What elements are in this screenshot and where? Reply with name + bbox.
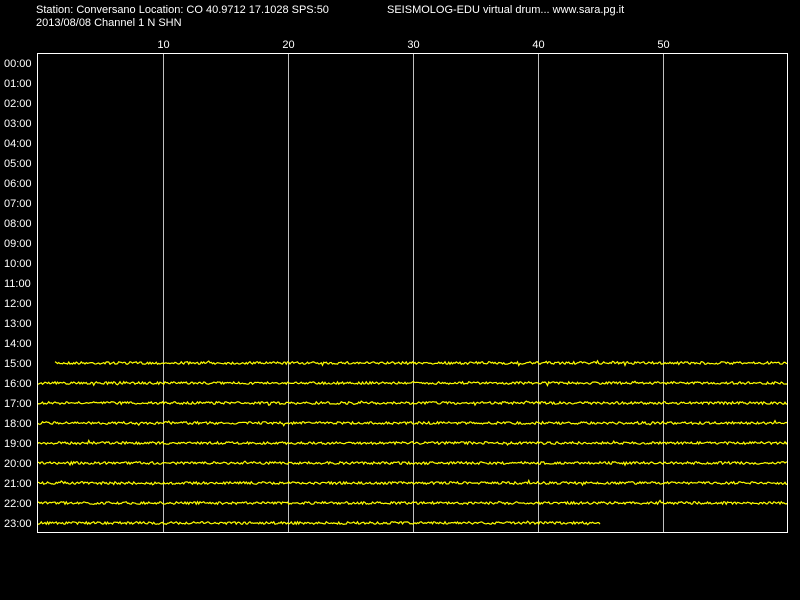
row-time-label: 22:00 (4, 498, 32, 510)
row-time-label: 17:00 (4, 398, 32, 410)
row-time-label: 08:00 (4, 218, 32, 230)
trace-row-1500 (54, 359, 788, 367)
row-time-label: 21:00 (4, 478, 32, 490)
x-tick-label: 20 (282, 39, 294, 51)
row-time-label: 15:00 (4, 358, 32, 370)
row-time-label: 12:00 (4, 298, 32, 310)
trace-row-2200 (37, 499, 788, 506)
trace-row-1600 (37, 380, 788, 387)
row-time-label: 00:00 (4, 58, 32, 70)
trace-layer (37, 359, 788, 526)
x-tick-label: 50 (657, 39, 669, 51)
row-time-label: 16:00 (4, 378, 32, 390)
row-time-label: 13:00 (4, 318, 32, 330)
x-tick-label: 40 (532, 39, 544, 51)
row-time-label: 07:00 (4, 198, 32, 210)
x-tick-label: 10 (157, 39, 169, 51)
row-time-label: 01:00 (4, 78, 32, 90)
row-time-label: 19:00 (4, 438, 32, 450)
trace-row-2000 (37, 460, 788, 467)
row-time-label: 20:00 (4, 458, 32, 470)
row-time-label: 09:00 (4, 238, 32, 250)
row-time-label: 05:00 (4, 158, 32, 170)
row-time-label: 06:00 (4, 178, 32, 190)
row-time-label: 18:00 (4, 418, 32, 430)
plot-frame (37, 53, 788, 533)
trace-row-1900 (37, 438, 788, 447)
row-time-label: 23:00 (4, 518, 32, 530)
trace-row-1800 (37, 419, 788, 427)
row-time-label: 04:00 (4, 138, 32, 150)
row-time-label: 10:00 (4, 258, 32, 270)
row-time-label: 11:00 (4, 278, 31, 290)
trace-row-1700 (37, 400, 788, 407)
row-time-label: 14:00 (4, 338, 32, 350)
row-time-label: 02:00 (4, 98, 32, 110)
seismogram-drum: 10 20 30 40 50 00:00 01:00 02:00 03:00 04:00 05:00… (4, 39, 788, 533)
trace-row-2100 (37, 478, 788, 487)
label-layer: 10 20 30 40 50 00:00 01:00 02:00 03:00 04:00 05:00… (4, 39, 670, 530)
x-tick-label: 30 (407, 39, 419, 51)
row-time-label: 03:00 (4, 118, 32, 130)
trace-row-2300 (37, 520, 601, 526)
grid-layer (163, 53, 664, 533)
